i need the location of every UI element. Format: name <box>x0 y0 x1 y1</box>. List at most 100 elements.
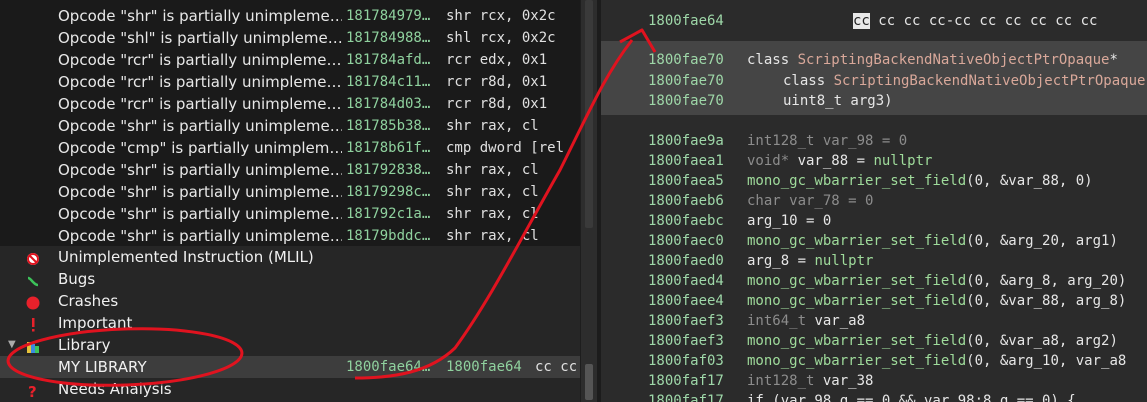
scrollbar-thumb[interactable] <box>585 0 593 228</box>
code-text: arg_10 = 0 <box>747 213 832 229</box>
issue-instruction: shr rax, cl <box>446 162 539 178</box>
issue-address: 18179bddc… <box>346 228 431 244</box>
code-text: mono_gc_wbarrier_set_field(0, &var_88, a… <box>747 293 1127 309</box>
code-address: 1800faed0 <box>648 253 724 269</box>
crash-icon <box>26 294 40 310</box>
code-line[interactable]: 1800faee4 mono_gc_wbarrier_set_field(0, &… <box>601 291 1147 311</box>
issue-message: Opcode "rcr" is partially unimpleme… <box>58 51 342 69</box>
category-important[interactable]: Important <box>0 312 580 334</box>
signature-line-1: class ScriptingBackendNativeObjectPtrOpa… <box>747 52 1118 68</box>
code-text: mono_gc_wbarrier_set_field(0, &var_a8, a… <box>747 333 1118 349</box>
code-line[interactable]: 1800faea1 void* var_88 = nullptr <box>601 151 1147 171</box>
library-item-bytes: cc cc <box>535 359 578 375</box>
issue-row[interactable]: Opcode "shr" is partially unimpleme… 1817… <box>0 5 580 27</box>
category-unimplemented[interactable]: Unimplemented Instruction (MLIL) <box>0 246 580 268</box>
issue-row[interactable]: Opcode "shr" is partially unimpleme… 1817… <box>0 115 580 137</box>
issue-row[interactable]: Opcode "rcr" is partially unimpleme… 1817… <box>0 93 580 115</box>
code-address: 1800faeb6 <box>648 193 724 209</box>
issue-address: 18178b61f… <box>346 140 431 156</box>
chevron-down-icon[interactable]: ▼ <box>8 334 16 356</box>
signature-line-2: class ScriptingBackendNativeObjectPtrOpa… <box>783 73 1146 89</box>
bug-icon <box>26 272 40 287</box>
exclamation-icon <box>26 316 40 332</box>
issue-address: 181784d03… <box>346 96 431 112</box>
category-bugs[interactable]: Bugs <box>0 268 580 290</box>
category-needs-analysis[interactable]: ? Needs Analysis <box>0 378 580 401</box>
category-label: Important <box>58 314 133 332</box>
hex-bytes: cc cc cc cc-cc cc cc cc cc cc <box>853 13 1098 29</box>
issue-message: Opcode "shr" is partially unimpleme… <box>58 183 342 201</box>
issue-row[interactable]: Opcode "shr" is partially unimpleme… 1817… <box>0 159 580 181</box>
category-label: Crashes <box>58 292 119 310</box>
code-text: if (var_98.q == 0 && var_98:8.q == 0) { <box>747 393 1076 402</box>
issue-instruction: rcr r8d, 0x1 <box>446 74 548 90</box>
code-address: 1800faf17 <box>648 393 724 402</box>
issues-list: Opcode "shr" is partially unimpleme… 1817… <box>0 0 580 246</box>
code-text: char var_78 = 0 <box>747 193 874 209</box>
issue-message: Opcode "rcr" is partially unimpleme… <box>58 95 342 113</box>
code-address: 1800faee4 <box>648 293 724 309</box>
code-line[interactable]: 1800faef3 mono_gc_wbarrier_set_field(0, &… <box>601 331 1147 351</box>
code-address: 1800faf17 <box>648 373 724 389</box>
library-item-address: 1800fae64… <box>346 359 431 375</box>
function-signature-block[interactable]: 1800fae70 class ScriptingBackendNativeOb… <box>601 41 1147 115</box>
code-address: 1800faef3 <box>648 313 724 329</box>
code-line[interactable]: 1800faec0 mono_gc_wbarrier_set_field(0, &… <box>601 231 1147 251</box>
code-view: 1800fae64 cc cc cc cc-cc cc cc cc cc cc … <box>601 0 1147 402</box>
code-address: 1800faf03 <box>648 353 724 369</box>
issue-row[interactable]: Opcode "cmp" is partially unimplem… 18178… <box>0 137 580 159</box>
code-text: int128_t var_38 <box>747 373 874 389</box>
issue-address: 181792c1a… <box>346 206 431 222</box>
issue-row[interactable]: Opcode "shr" is partially unimpleme… 1817… <box>0 181 580 203</box>
signature-line-3: uint8_t arg3) <box>783 93 893 109</box>
library-item-label: MY LIBRARY <box>58 358 147 376</box>
issue-row[interactable]: Opcode "shl" is partially unimpleme… 1817… <box>0 27 580 49</box>
svg-text:?: ? <box>28 384 37 398</box>
category-library[interactable]: ▼ Library <box>0 334 580 356</box>
issue-message: Opcode "shr" is partially unimpleme… <box>58 227 342 245</box>
code-text: mono_gc_wbarrier_set_field(0, &arg_20, a… <box>747 233 1118 249</box>
code-text: mono_gc_wbarrier_set_field(0, &var_88, 0… <box>747 173 1093 189</box>
code-address: 1800faea5 <box>648 173 724 189</box>
code-address: 1800fae9a <box>648 133 724 149</box>
issues-scrollbar[interactable] <box>580 0 598 402</box>
code-line[interactable]: 1800faeb6 char var_78 = 0 <box>601 191 1147 211</box>
issue-address: 181792838… <box>346 162 431 178</box>
issue-instruction: shr rcx, 0x2c <box>446 8 556 24</box>
issue-message: Opcode "rcr" is partially unimpleme… <box>58 73 342 91</box>
issue-message: Opcode "shl" is partially unimpleme… <box>58 29 342 47</box>
no-entry-icon <box>26 250 40 265</box>
issue-instruction: shr rax, cl <box>446 118 539 134</box>
selected-byte[interactable]: cc <box>853 13 870 29</box>
code-line[interactable]: 1800faf17 int128_t var_38 <box>601 371 1147 391</box>
issue-row[interactable]: Opcode "shr" is partially unimpleme… 1817… <box>0 225 580 247</box>
code-address: 1800faebc <box>648 213 724 229</box>
code-text: int128_t var_98 = 0 <box>747 133 908 149</box>
code-text: void* var_88 = nullptr <box>747 153 933 169</box>
category-label: Unimplemented Instruction (MLIL) <box>58 248 314 266</box>
code-line[interactable]: 1800fae9a int128_t var_98 = 0 <box>601 131 1147 151</box>
category-label: Bugs <box>58 270 96 288</box>
code-line[interactable]: 1800faf03 mono_gc_wbarrier_set_field(0, &… <box>601 351 1147 371</box>
code-text: mono_gc_wbarrier_set_field(0, &arg_10, v… <box>747 353 1127 369</box>
scrollbar-thumb-lower[interactable] <box>585 364 593 400</box>
hex-line[interactable]: 1800fae64 cc cc cc cc-cc cc cc cc cc cc <box>601 11 1147 31</box>
category-crashes[interactable]: Crashes <box>0 290 580 312</box>
library-item-my-library[interactable]: MY LIBRARY 1800fae64… 1800fae64 cc cc <box>0 356 580 378</box>
code-address: 1800fae70 <box>648 93 724 109</box>
code-line[interactable]: 1800faebc arg_10 = 0 <box>601 211 1147 231</box>
issue-instruction: shr rax, cl <box>446 184 539 200</box>
code-line[interactable]: 1800faed4 mono_gc_wbarrier_set_field(0, &… <box>601 271 1147 291</box>
issue-address: 181784988… <box>346 30 431 46</box>
code-line[interactable]: 1800faea5 mono_gc_wbarrier_set_field(0, &… <box>601 171 1147 191</box>
issue-message: Opcode "shr" is partially unimpleme… <box>58 7 342 25</box>
code-line[interactable]: 1800faf17 if (var_98.q == 0 && var_98:8.q… <box>601 391 1147 402</box>
issue-row[interactable]: Opcode "rcr" is partially unimpleme… 1817… <box>0 49 580 71</box>
code-line[interactable]: 1800faed0 arg_8 = nullptr <box>601 251 1147 271</box>
category-label: Needs Analysis <box>58 380 172 398</box>
code-line[interactable]: 1800faef3 int64_t var_a8 <box>601 311 1147 331</box>
code-address: 1800faed4 <box>648 273 724 289</box>
issue-row[interactable]: Opcode "rcr" is partially unimpleme… 1817… <box>0 71 580 93</box>
issue-row[interactable]: Opcode "shr" is partially unimpleme… 1817… <box>0 203 580 225</box>
code-address: 1800fae70 <box>648 73 724 89</box>
